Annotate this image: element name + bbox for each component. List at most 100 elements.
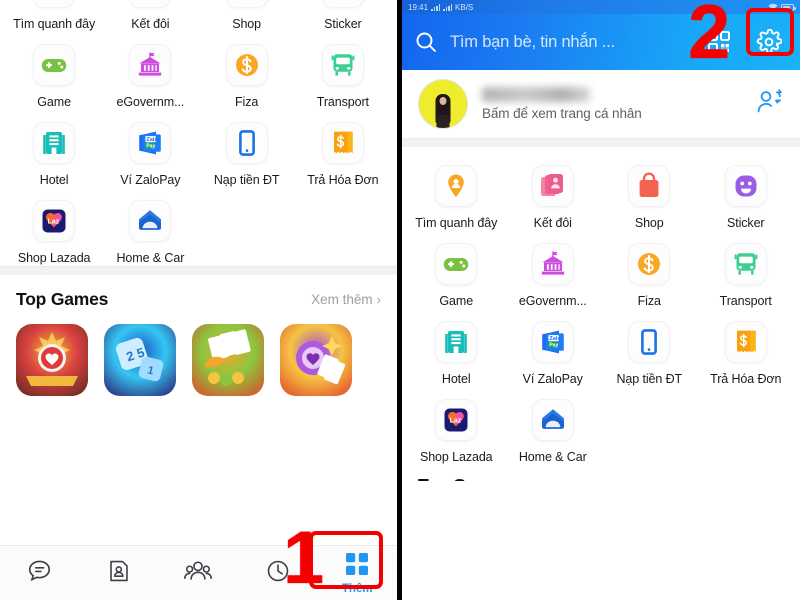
smiley-sticker-icon bbox=[321, 0, 364, 8]
top-game-thumbnail[interactable]: 2 51 bbox=[104, 324, 176, 396]
app-tile-shop-lazada[interactable]: Laz Shop Lazada bbox=[6, 192, 102, 266]
left-phone-screen: Tìm quanh đây Kết đôi Shop Sticker Game eGove… bbox=[0, 0, 397, 600]
signal-bars-icon bbox=[431, 3, 441, 11]
app-tile-sticker[interactable]: Sticker bbox=[295, 0, 391, 32]
status-bar-time: 19:41 bbox=[408, 2, 429, 12]
search-icon[interactable] bbox=[414, 30, 438, 54]
network-speed-label: KB/S bbox=[455, 2, 474, 12]
app-tile-shop[interactable]: Shop bbox=[199, 0, 295, 32]
app-tile-egovernm[interactable]: eGovernm... bbox=[505, 235, 602, 309]
app-tile-shop-lazada[interactable]: Laz Shop Lazada bbox=[408, 391, 505, 465]
app-tile-k-t-i[interactable]: Kết đôi bbox=[102, 0, 198, 32]
app-tile-label: Sticker bbox=[324, 17, 362, 31]
app-tile-label: Home & Car bbox=[116, 251, 185, 265]
top-games-row: 2 51 bbox=[16, 324, 381, 396]
avatar[interactable] bbox=[418, 79, 468, 129]
dollar-coin-icon bbox=[628, 243, 671, 285]
app-tile-label: eGovernm... bbox=[518, 294, 587, 308]
top-game-thumbnail[interactable] bbox=[16, 324, 88, 396]
home-car-icon bbox=[129, 200, 172, 242]
app-tile-label: Shop bbox=[232, 17, 262, 31]
bus-icon bbox=[321, 44, 364, 86]
nav-item-group-people[interactable] bbox=[164, 558, 232, 589]
top-game-thumbnail[interactable] bbox=[280, 324, 352, 396]
app-tile-k-t-i[interactable]: Kết đôi bbox=[505, 157, 602, 231]
app-tile-label: eGovernm... bbox=[116, 95, 185, 109]
profile-subtitle: Bấm để xem trang cá nhân bbox=[482, 106, 642, 121]
app-tile-fiza[interactable]: Fiza bbox=[199, 36, 295, 110]
app-tile-label: Hotel bbox=[39, 173, 69, 187]
top-games-title: Top Games bbox=[16, 289, 109, 309]
svg-text:Zalo: Zalo bbox=[147, 137, 159, 143]
app-tile-label: Trả Hóa Đơn bbox=[307, 173, 379, 187]
top-games-header: Top Games Xem thêm › bbox=[16, 289, 381, 310]
app-tile-game[interactable]: Game bbox=[6, 36, 102, 110]
smiley-sticker-icon bbox=[724, 165, 767, 207]
app-tile-game[interactable]: Game bbox=[408, 235, 505, 309]
home-car-icon bbox=[531, 399, 574, 441]
app-tile-label: Tìm quanh đây bbox=[415, 216, 498, 230]
app-tile-n-p-ti-n-t[interactable]: Nạp tiền ĐT bbox=[601, 313, 698, 387]
lazada-icon: Laz bbox=[435, 399, 478, 441]
app-tile-label: Sticker bbox=[726, 216, 765, 230]
app-tile-tr-h-a-n[interactable]: Trả Hóa Đơn bbox=[295, 114, 391, 188]
mobile-phone-icon bbox=[628, 321, 671, 363]
hotel-building-icon bbox=[33, 122, 76, 164]
search-input[interactable]: Tìm bạn bè, tin nhắn ... bbox=[450, 33, 696, 52]
nav-item-chat-bubble[interactable] bbox=[6, 557, 74, 589]
app-tile-t-m-quanh-y[interactable]: Tìm quanh đây bbox=[408, 157, 505, 231]
app-tile-label: Nạp tiền ĐT bbox=[213, 173, 280, 187]
svg-text:Laz: Laz bbox=[450, 417, 462, 424]
invoice-dollar-icon bbox=[321, 122, 364, 164]
app-tile-label: Nạp tiền ĐT bbox=[616, 372, 683, 386]
app-tile-egovernm[interactable]: eGovernm... bbox=[102, 36, 198, 110]
nav-item-contact-card[interactable] bbox=[85, 558, 153, 589]
app-tile-label: Transport bbox=[719, 294, 772, 308]
top-games-see-more[interactable]: Xem thêm › bbox=[311, 292, 381, 307]
government-building-icon bbox=[531, 243, 574, 285]
app-tile-label: Hotel bbox=[441, 372, 471, 386]
app-tile-sticker[interactable]: Sticker bbox=[698, 157, 795, 231]
screenshot-stage: Tìm quanh đây Kết đôi Shop Sticker Game eGove… bbox=[0, 0, 800, 600]
app-tile-tr-h-a-n[interactable]: Trả Hóa Đơn bbox=[698, 313, 795, 387]
add-friend-icon[interactable] bbox=[756, 88, 784, 120]
paired-cards-person-icon bbox=[129, 0, 172, 8]
app-tile-v-zalopay[interactable]: Zalo Pay Ví ZaloPay bbox=[505, 313, 602, 387]
location-pin-person-icon bbox=[435, 165, 478, 207]
app-tile-hotel[interactable]: Hotel bbox=[408, 313, 505, 387]
top-games-section-partial: Top Games bbox=[402, 465, 800, 481]
profile-section-divider bbox=[402, 138, 800, 147]
shopping-bag-icon bbox=[628, 165, 671, 207]
app-tile-label: Kết đôi bbox=[533, 216, 572, 230]
see-more-label: Xem thêm bbox=[311, 292, 373, 307]
app-tile-label: Ví ZaloPay bbox=[522, 372, 583, 386]
invoice-dollar-icon bbox=[724, 321, 767, 363]
app-tile-shop[interactable]: Shop bbox=[601, 157, 698, 231]
app-tile-v-zalopay[interactable]: Zalo Pay Ví ZaloPay bbox=[102, 114, 198, 188]
zalopay-wallet-icon: Zalo Pay bbox=[129, 122, 172, 164]
gamepad-icon bbox=[33, 44, 76, 86]
profile-row[interactable]: Hồng Nhung Bấm để xem trang cá nhân bbox=[402, 70, 800, 138]
app-tile-home-car[interactable]: Home & Car bbox=[102, 192, 198, 266]
svg-text:Pay: Pay bbox=[147, 143, 156, 149]
hotel-building-icon bbox=[435, 321, 478, 363]
app-bar: Tìm bạn bè, tin nhắn ... bbox=[402, 14, 800, 70]
app-tile-fiza[interactable]: Fiza bbox=[601, 235, 698, 309]
right-phone-screen: 19:41 KB/S Tìm bạn bè, tin nhắn ... Bấm … bbox=[402, 0, 800, 600]
mobile-phone-icon bbox=[225, 122, 268, 164]
app-tile-home-car[interactable]: Home & Car bbox=[505, 391, 602, 465]
annotation-box-settings-gear bbox=[746, 8, 794, 56]
signal-bars-icon-2 bbox=[443, 3, 453, 11]
app-tile-hotel[interactable]: Hotel bbox=[6, 114, 102, 188]
app-tile-label: Tìm quanh đây bbox=[13, 17, 96, 31]
bus-icon bbox=[724, 243, 767, 285]
app-tile-transport[interactable]: Transport bbox=[295, 36, 391, 110]
app-tile-n-p-ti-n-t[interactable]: Nạp tiền ĐT bbox=[199, 114, 295, 188]
app-tile-t-m-quanh-y[interactable]: Tìm quanh đây bbox=[6, 0, 102, 32]
app-tile-transport[interactable]: Transport bbox=[698, 235, 795, 309]
app-tile-label: Shop bbox=[634, 216, 664, 230]
status-bar: 19:41 KB/S bbox=[402, 0, 800, 14]
gamepad-icon bbox=[435, 243, 478, 285]
contact-card-icon bbox=[106, 558, 132, 589]
top-game-thumbnail[interactable] bbox=[192, 324, 264, 396]
